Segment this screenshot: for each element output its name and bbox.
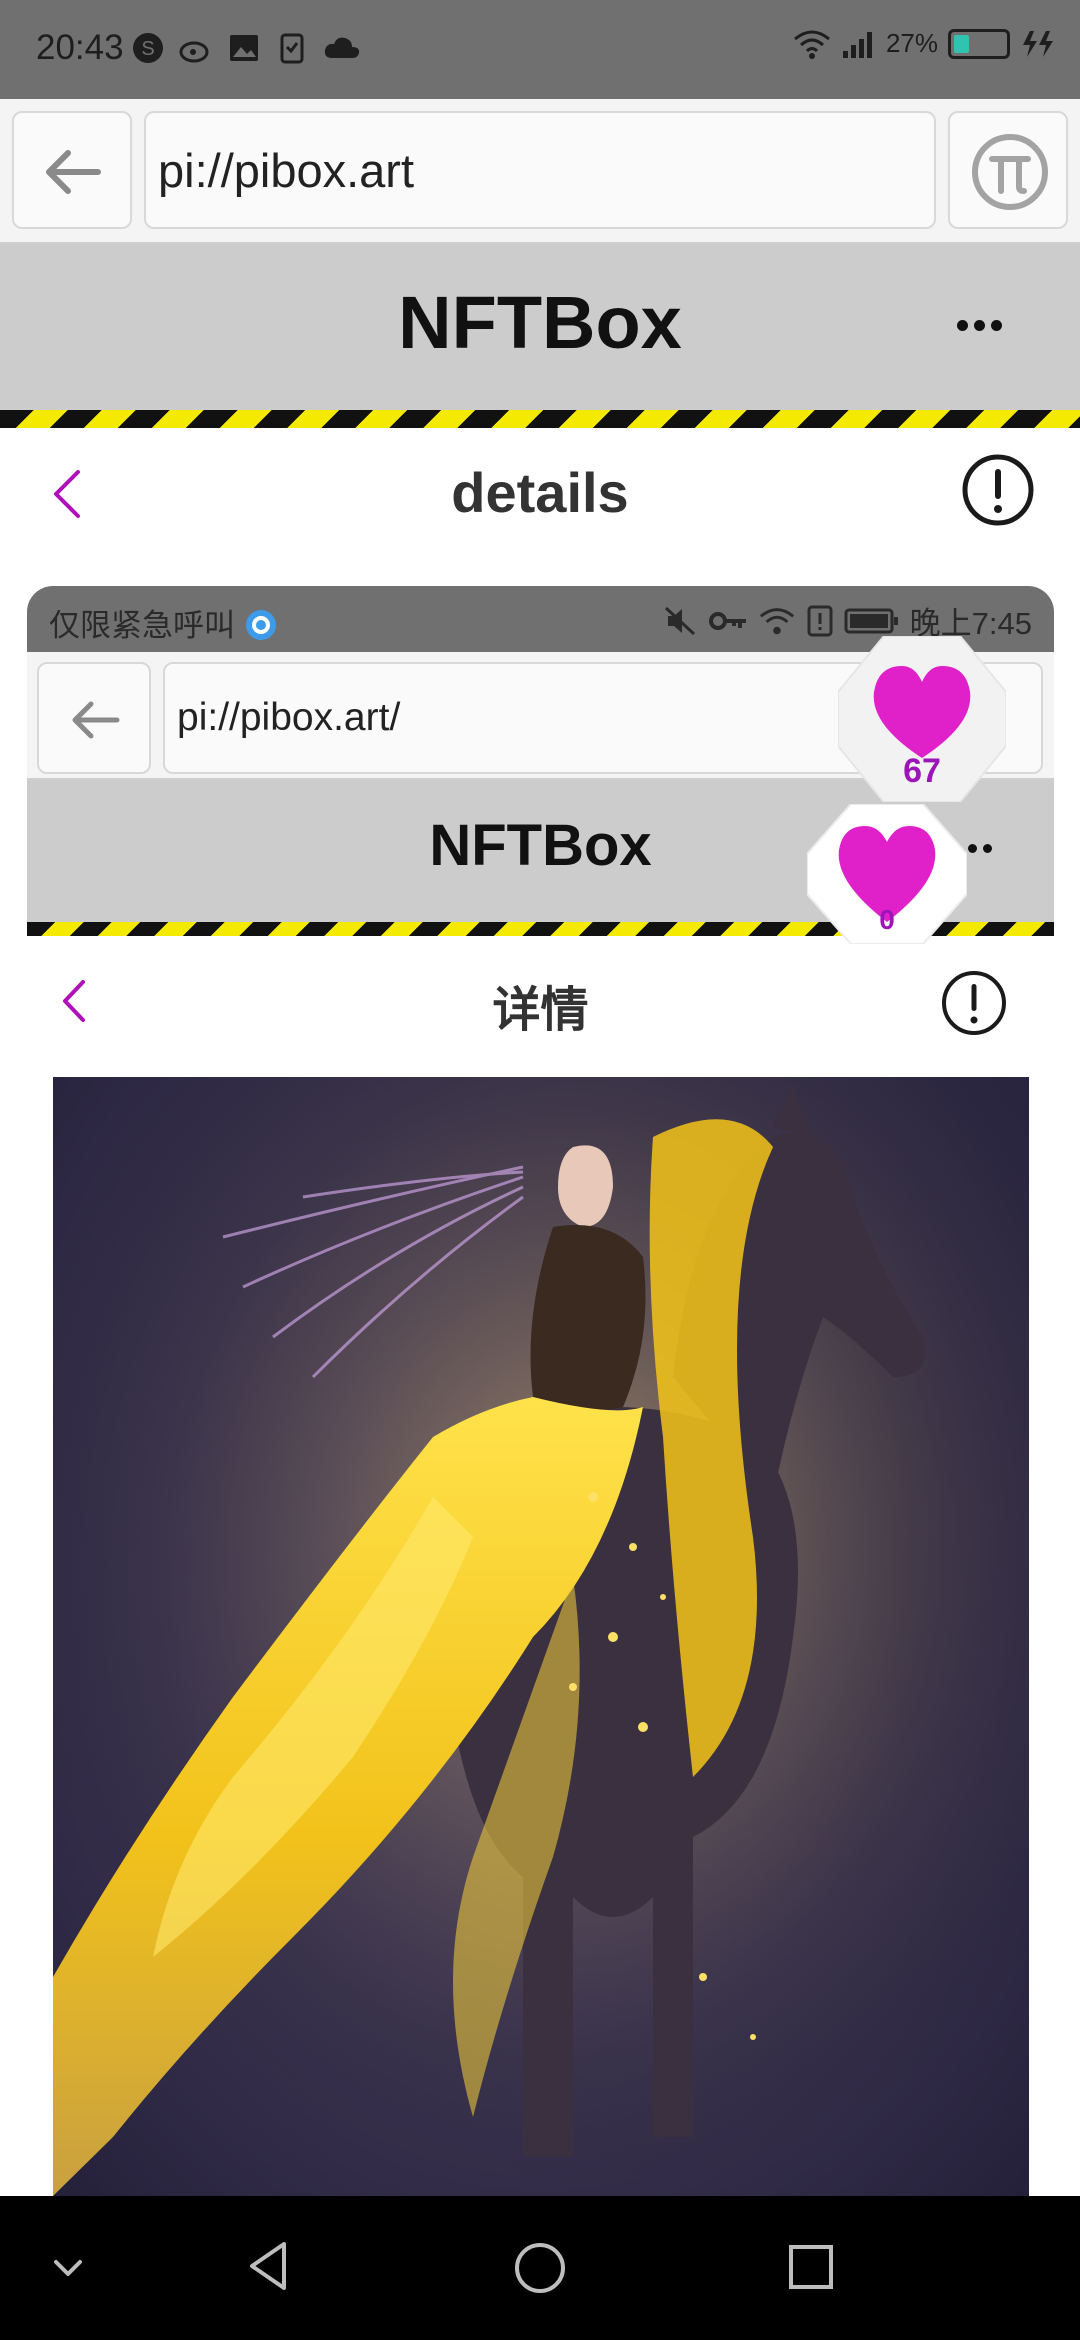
- s-app-icon: S: [133, 33, 163, 63]
- battery-icon: [948, 28, 1010, 59]
- pi-browser-button[interactable]: [948, 111, 1068, 229]
- key-icon: [708, 611, 746, 630]
- status-bar: 20:43 S 27%: [0, 0, 1080, 99]
- hazard-stripe: [0, 410, 1080, 428]
- browser-toolbar: pi://pibox.art: [0, 99, 1080, 244]
- charging-icon: [1023, 30, 1053, 57]
- wifi-icon: [794, 30, 830, 59]
- embedded-like-badge: 0: [806, 803, 968, 949]
- clipboard-icon: [280, 33, 304, 64]
- embedded-info-icon: [942, 971, 1006, 1035]
- cloud-icon: [324, 37, 360, 58]
- details-navbar: details: [0, 428, 1080, 558]
- embedded-like-count: 0: [879, 904, 895, 935]
- nav-back-icon[interactable]: [244, 2238, 294, 2294]
- battery-percent: 27%: [885, 28, 938, 58]
- embedded-back-button: [37, 662, 151, 774]
- embedded-page-title: 详情: [492, 984, 589, 1037]
- arrow-left-icon: [46, 150, 101, 194]
- embedded-carrier-text: 仅限紧急呼叫: [49, 600, 278, 645]
- nav-collapse-icon[interactable]: [48, 2248, 88, 2288]
- browser-logo-icon: [245, 610, 276, 640]
- more-menu-button[interactable]: [957, 320, 1002, 331]
- embedded-wifi-icon: [759, 607, 794, 634]
- nft-artwork: [53, 1077, 1029, 2196]
- svg-text:S: S: [141, 38, 154, 60]
- like-count: 67: [903, 752, 941, 790]
- system-nav-bar: [0, 2196, 1080, 2340]
- info-alert-icon[interactable]: [960, 452, 1036, 528]
- pi-icon: [972, 134, 1048, 210]
- more-dot-icon: [957, 320, 968, 331]
- nav-recents-icon[interactable]: [786, 2242, 836, 2292]
- weibo-icon: [179, 41, 209, 63]
- nft-artwork-illustration: [53, 1077, 1029, 2196]
- browser-back-button[interactable]: [12, 111, 132, 229]
- app-header: NFTBox: [0, 244, 1080, 410]
- page-title: details: [451, 461, 629, 524]
- embedded-battery-icon: [844, 608, 898, 633]
- nft-screenshot-image: 仅限紧急呼叫 晚上7:45 pi://pibox.art/ NFTBox 详情: [27, 586, 1054, 2196]
- url-field[interactable]: pi://pibox.art: [144, 111, 936, 229]
- sim-alert-icon: [807, 605, 833, 636]
- arrow-left-icon: [72, 701, 120, 739]
- status-time: 20:43: [36, 28, 124, 67]
- nav-home-icon[interactable]: [512, 2240, 568, 2296]
- more-dot-icon: [991, 320, 1002, 331]
- mute-icon: [664, 606, 695, 635]
- more-dot-icon: [974, 320, 985, 331]
- like-button[interactable]: 67: [837, 635, 1007, 807]
- image-icon: [230, 35, 258, 61]
- signal-icon: [842, 31, 872, 58]
- app-title: NFTBox: [398, 281, 682, 364]
- embedded-details-navbar: 详情: [27, 936, 1054, 1064]
